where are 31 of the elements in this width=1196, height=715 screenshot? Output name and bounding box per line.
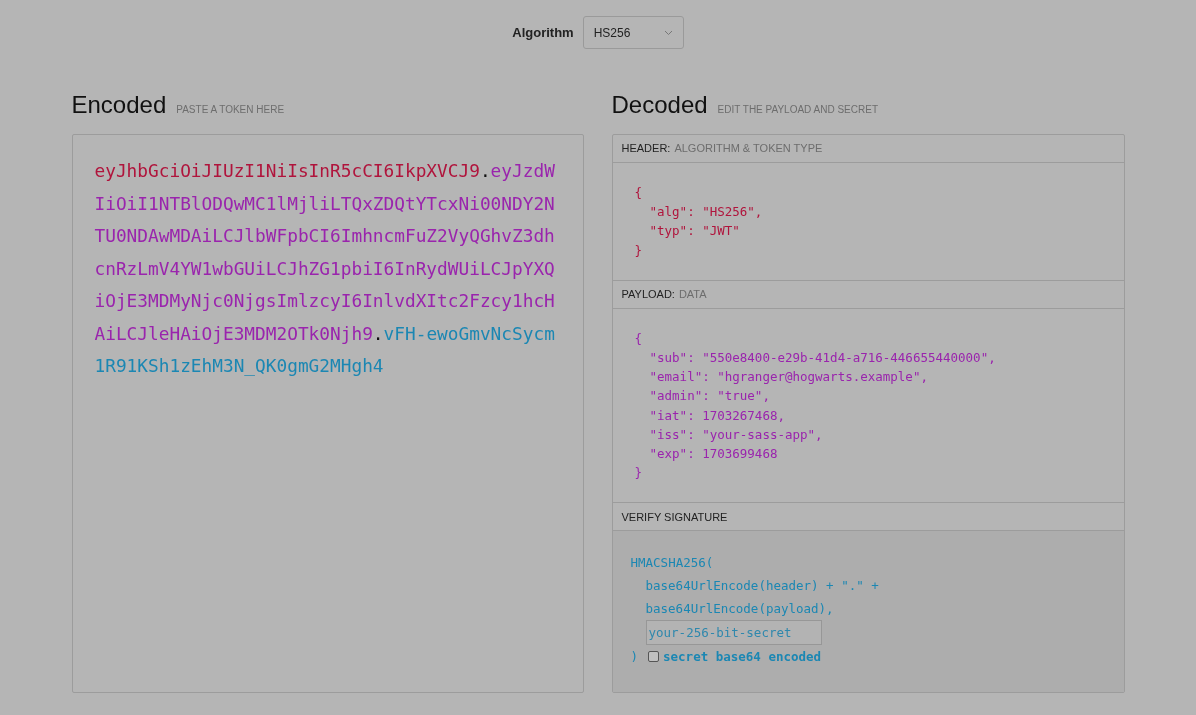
section-label: HEADER: bbox=[621, 141, 671, 157]
code-line: "iss": "your-sass-app", bbox=[648, 425, 824, 444]
code-line: base64UrlEncode(payload), bbox=[644, 600, 835, 619]
encoded-hint: PASTE A TOKEN HERE bbox=[176, 103, 285, 117]
algorithm-select[interactable]: HS256 bbox=[582, 16, 684, 49]
code-line: "alg": "HS256", bbox=[648, 203, 764, 222]
code-line: { bbox=[634, 329, 644, 348]
chevron-down-icon bbox=[663, 29, 673, 36]
section-label: VERIFY SIGNATURE bbox=[621, 509, 728, 525]
code-line: } bbox=[634, 241, 644, 260]
code-line: "exp": 1703699468 bbox=[648, 445, 779, 464]
code-line: ) bbox=[630, 648, 639, 667]
algorithm-label: Algorithm bbox=[512, 23, 574, 42]
code-line: } bbox=[634, 464, 644, 483]
token-field[interactable]: eyJhbGciOiJIUzI1NiIsInR5cCI6IkpXVCJ9.eyJzdWIiOiI1NTBlODQwMC1lMjliLTQxZDQtYTcxNi00NDY2NTU0NDAwMDAiLCJlbWFpbCI6ImhncmFuZ2VyQGhvZ3dhcnRzLmV4YW1wbGUiLCJhZG1pbiI6InRydWUiLCJpYXQiOjE3MDMyNjc0NjgsImlzcyI6InlvdXItc2Fzcy1hcHAiLCJleHAiOjE3MDM2OTk0Njh9.vFH-ewoGmvNcSycm1R91KSh1zEhM3N_QK0gmG2MHgh4 bbox=[71, 134, 584, 693]
code-line: "sub": "550e8400-e29b-41d4-a716-446655440000", bbox=[648, 349, 997, 367]
code-line: { bbox=[634, 184, 644, 202]
base64-checkbox[interactable] bbox=[648, 651, 660, 663]
encoded-title: Encoded bbox=[71, 90, 167, 120]
base64-label: secret base64 encoded bbox=[663, 648, 822, 667]
code-line: "iat": 1703267468, bbox=[648, 406, 786, 425]
code-line: "email": "hgranger@hogwarts.example", bbox=[648, 368, 929, 387]
section-label: PAYLOAD: bbox=[621, 287, 675, 303]
section-hint: DATA bbox=[678, 287, 707, 303]
code-line: "typ": "JWT" bbox=[648, 222, 741, 241]
decoded-title: Decoded bbox=[611, 90, 708, 120]
section-hint: ALGORITHM & TOKEN TYPE bbox=[674, 141, 823, 157]
code-line: "admin": "true", bbox=[648, 387, 771, 406]
decoded-hint: EDIT THE PAYLOAD AND SECRET bbox=[717, 103, 878, 117]
code-line: HMACSHA256( bbox=[630, 554, 715, 573]
code-line: base64UrlEncode(header) + "." + bbox=[644, 577, 880, 596]
